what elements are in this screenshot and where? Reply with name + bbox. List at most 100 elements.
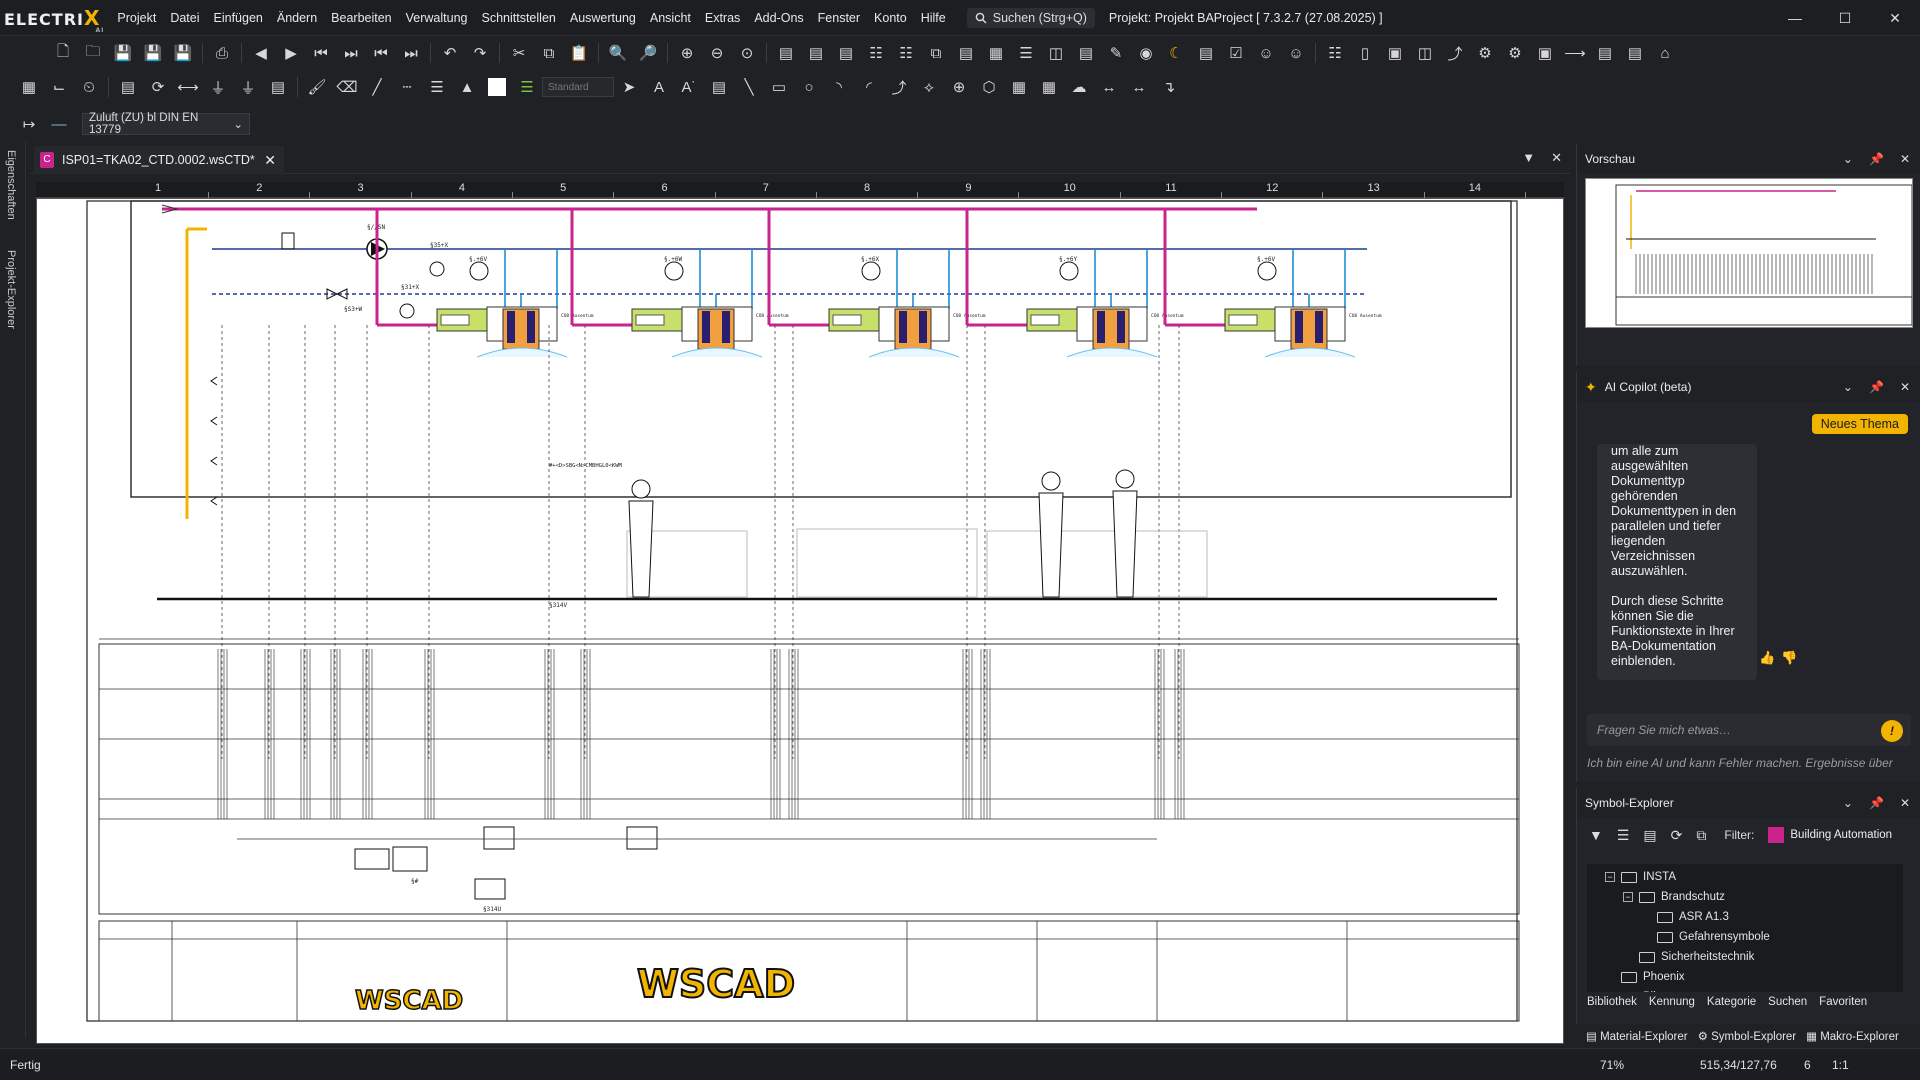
connection-icon[interactable]: ⏲ [74,75,104,99]
tab-list-icon[interactable]: ▼ [1522,150,1535,166]
macro-icon[interactable]: ▤ [1620,41,1650,65]
maximize-icon[interactable]: ☐ [1820,0,1870,36]
export-icon[interactable]: ▤ [1191,41,1221,65]
tree-icon[interactable]: ☷ [861,41,891,65]
menu-hilfe[interactable]: Hilfe [914,11,953,25]
filter-select[interactable]: Building Automation [1768,827,1892,843]
menu-aendern[interactable]: Ändern [270,11,324,25]
mirror-icon[interactable]: ⟷ [173,75,203,99]
print-icon[interactable]: ⎙ [207,41,237,65]
brush-icon[interactable]: 🖌 [302,75,332,99]
line-direction-icon[interactable]: ↦ [14,112,44,136]
report-icon[interactable]: ▤ [771,41,801,65]
drawing-sheet[interactable]: §//SN§35+X§31+X§S3+W#+<D>SBG<N>CMBHGL0<K… [36,198,1564,1044]
arc-icon[interactable]: ◝ [824,75,854,99]
close-tab-icon[interactable]: ✕ [264,152,276,169]
filter-icon[interactable]: ⚙ [1500,41,1530,65]
user-icon[interactable]: ☺ [1251,41,1281,65]
fill-icon[interactable]: ▲ [452,75,482,99]
warning-icon[interactable]: ! [1881,720,1903,742]
text-format-icon[interactable]: A˙ [674,75,704,99]
menu-verwaltung[interactable]: Verwaltung [399,11,475,25]
menu-einfuegen[interactable]: Einfügen [207,11,270,25]
close-document-icon[interactable]: ✕ [1551,150,1562,166]
edit-icon[interactable]: ✎ [1101,41,1131,65]
arc-3pt-icon[interactable]: ◜ [854,75,884,99]
line-style-select[interactable]: Zuluft (ZU) bl DIN EN 13779 ⌄ [82,112,250,136]
grid-icon[interactable]: ▦ [981,41,1011,65]
tree-item[interactable]: Phoenix [1605,968,1685,986]
menu-konto[interactable]: Konto [867,11,914,25]
rail-tab-project-explorer[interactable]: Projekt-Explorer [5,250,17,329]
last-document-icon[interactable]: ⏭ [396,41,426,65]
symbol-icon[interactable]: ▤ [1590,41,1620,65]
line-width-icon[interactable]: ☰ [422,75,452,99]
report-edit-icon[interactable]: ▤ [801,41,831,65]
tab-makro-explorer[interactable]: ▦ Makro-Explorer [1806,1029,1899,1043]
menu-addons[interactable]: Add-Ons [747,11,810,25]
copy-icon[interactable]: ⧉ [1696,827,1706,844]
chevron-down-icon[interactable]: ⌄ [1843,380,1853,394]
tree-item[interactable]: − INSTA [1605,868,1676,886]
save-icon[interactable]: 💾 [108,41,138,65]
close-icon[interactable]: ✕ [1900,152,1910,166]
chat-input[interactable]: Fragen Sie mich etwas… ! [1587,714,1911,746]
pointer-icon[interactable]: ➤ [614,75,644,99]
hierarchy-icon[interactable]: ☷ [891,41,921,65]
collapse-icon[interactable]: − [1623,892,1633,902]
terminal-icon[interactable]: ▣ [1380,41,1410,65]
minimize-icon[interactable]: — [1770,0,1820,36]
rail-tab-properties[interactable]: Eigenschaften [5,150,17,220]
ortho-icon[interactable]: ⌙ [44,75,74,99]
dimension-icon[interactable]: ↔ [1094,75,1124,99]
redo-icon[interactable]: ↷ [465,41,495,65]
last-page-icon[interactable]: ⏭ [336,41,366,65]
menu-fenster[interactable]: Fenster [811,11,867,25]
document-icon[interactable]: ▤ [831,41,861,65]
search-box[interactable]: Suchen (Strg+Q) [966,7,1095,28]
chevron-down-icon[interactable]: ⌄ [1843,152,1853,166]
list-icon[interactable]: ▤ [1071,41,1101,65]
first-document-icon[interactable]: ⏮ [366,41,396,65]
zoom-fit-icon[interactable]: ⊙ [732,41,762,65]
polyline-icon[interactable]: ⟡ [914,75,944,99]
save-all-icon[interactable]: 💾 [168,41,198,65]
rotate-icon[interactable]: ⟳ [143,75,173,99]
tab-kategorie[interactable]: Kategorie [1707,996,1756,1016]
tab-kennung[interactable]: Kennung [1649,996,1695,1016]
layer-stack-icon[interactable]: ☰ [512,75,542,99]
line-type-icon[interactable]: ┄ [392,75,422,99]
leader-icon[interactable]: ↴ [1154,75,1184,99]
dimension-chain-icon[interactable]: ↔ [1124,75,1154,99]
text-icon[interactable]: A [644,75,674,99]
line-color-icon[interactable]: ╱ [362,75,392,99]
eye-icon[interactable]: ◉ [1131,41,1161,65]
zoom-in-icon[interactable]: ⊕ [672,41,702,65]
open-folder-icon[interactable]: 🗀 [78,41,108,65]
rectangle-icon[interactable]: ▭ [764,75,794,99]
first-page-icon[interactable]: ⏮ [306,41,336,65]
find-replace-icon[interactable]: 🔎 [633,41,663,65]
menu-auswertung[interactable]: Auswertung [563,11,643,25]
pin-icon[interactable]: 📌 [1869,152,1884,166]
thumbs-down-icon[interactable]: 👎 [1781,650,1797,666]
previous-page-icon[interactable]: ◀ [246,41,276,65]
tab-bibliothek[interactable]: Bibliothek [1587,996,1637,1016]
cut-icon[interactable]: ✂ [504,41,534,65]
check-icon[interactable]: ☑ [1221,41,1251,65]
home-icon[interactable]: ⌂ [1650,41,1680,65]
menu-extras[interactable]: Extras [698,11,747,25]
grid-snap-icon[interactable]: ▦ [14,75,44,99]
plug-icon[interactable]: ⚙ [1470,41,1500,65]
copy-page-icon[interactable]: ⧉ [921,41,951,65]
arrow-route-icon[interactable]: ⟶ [1560,41,1590,65]
menu-schnittstellen[interactable]: Schnittstellen [475,11,563,25]
new-topic-button[interactable]: Neues Thema [1811,414,1908,434]
device-icon[interactable]: ▯ [1350,41,1380,65]
tree-item[interactable]: Gefahrensymbole [1641,928,1770,946]
cloud-icon[interactable]: ☁ [1064,75,1094,99]
next-page-icon[interactable]: ▶ [276,41,306,65]
chevron-down-icon[interactable]: ⌄ [1843,796,1853,810]
network-icon[interactable]: ☷ [1320,41,1350,65]
user-settings-icon[interactable]: ☺ [1281,41,1311,65]
